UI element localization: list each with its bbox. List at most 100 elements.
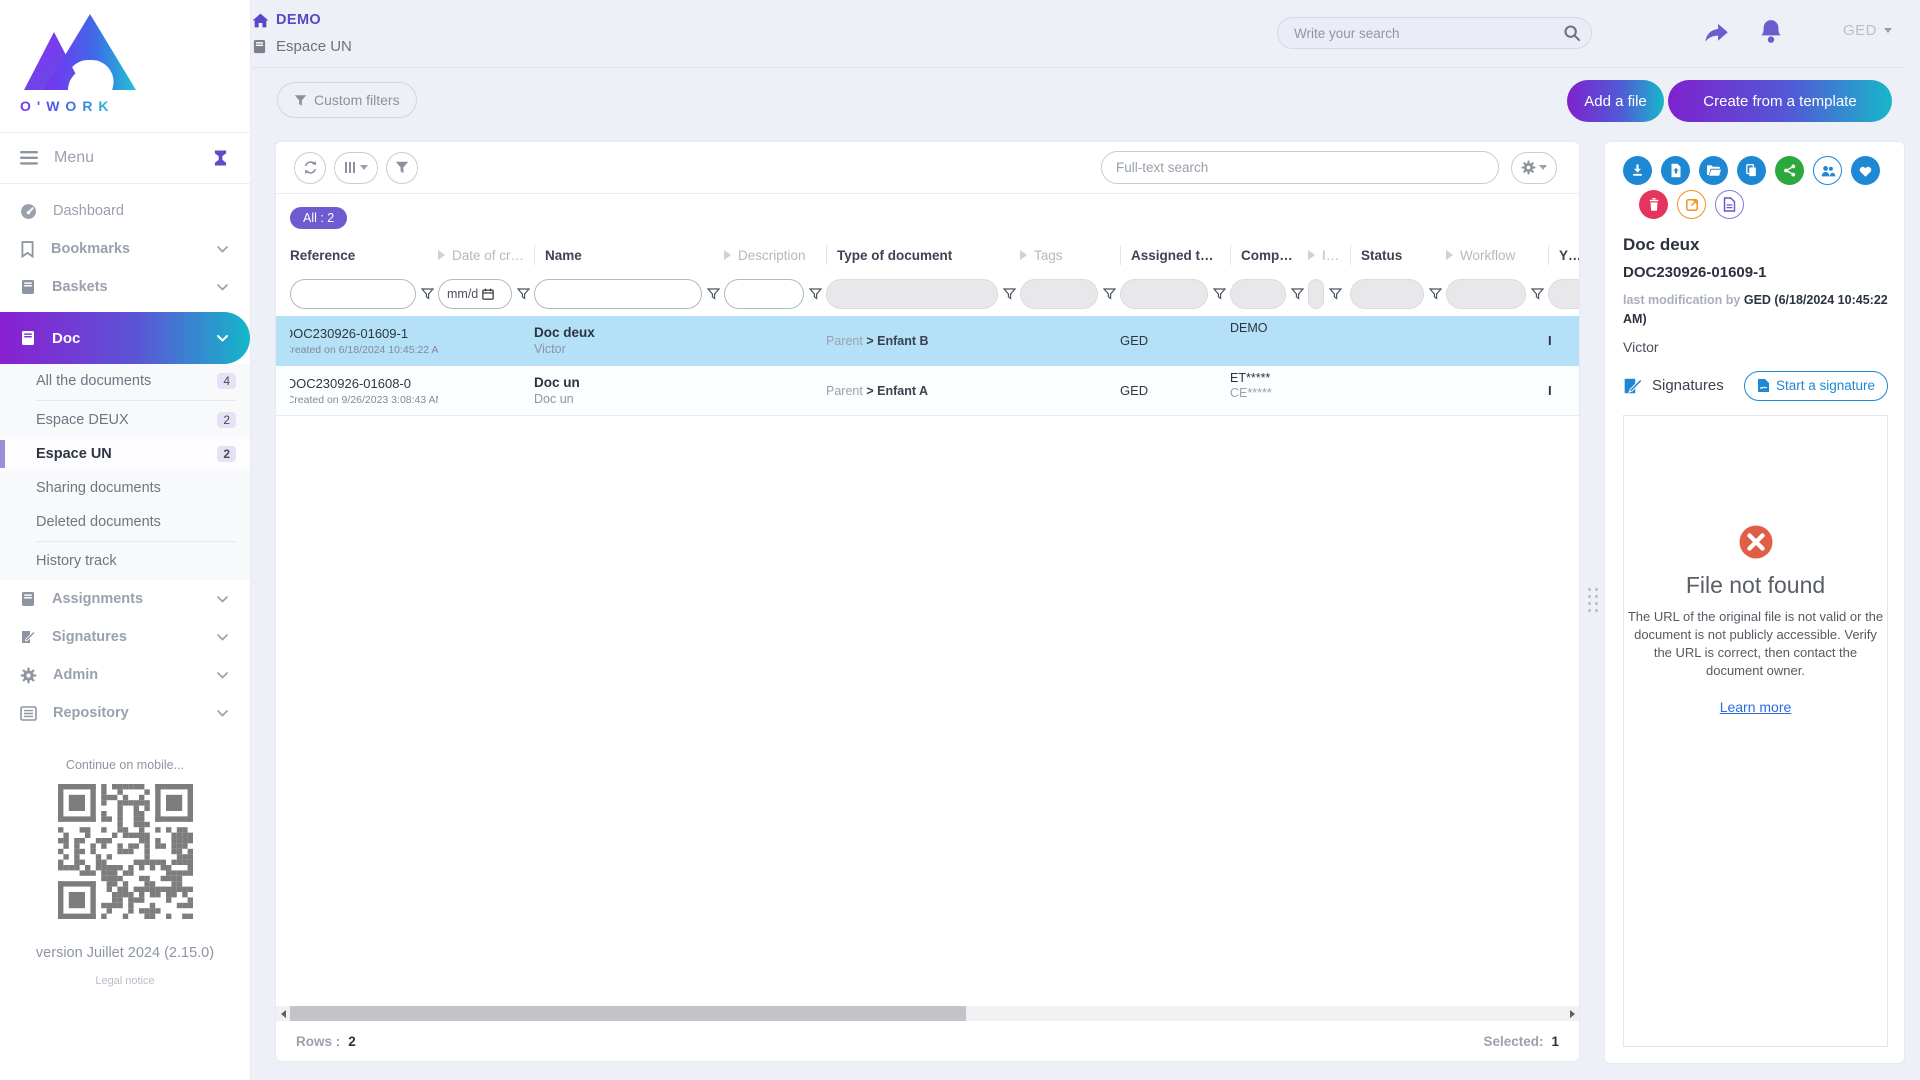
filter-icon[interactable] (707, 288, 720, 301)
all-count-badge[interactable]: All : 2 (290, 207, 347, 229)
breadcrumb[interactable]: DEMO (252, 12, 321, 28)
favorite-button[interactable] (1851, 156, 1880, 185)
sidebar: O'WORK Menu Dashboard Bookmarks (0, 0, 251, 1080)
chevron-down-icon (217, 672, 228, 679)
pin-sidebar-icon[interactable] (213, 150, 228, 166)
bookmark-icon (20, 241, 35, 258)
row-type-parent: Parent (826, 334, 863, 348)
filter-description-input[interactable] (724, 279, 804, 309)
filter-icon[interactable] (517, 288, 530, 301)
column-header-status[interactable]: Status (1350, 238, 1446, 272)
column-header-workflow[interactable]: Workflow (1446, 238, 1548, 272)
column-header-description[interactable]: Description (724, 238, 826, 272)
upload-version-button[interactable] (1661, 156, 1690, 185)
legal-notice-link[interactable]: Legal notice (95, 975, 154, 987)
qr-code (58, 784, 193, 919)
download-button[interactable] (1623, 156, 1652, 185)
filter-icon[interactable] (1103, 288, 1116, 301)
filter-date-input[interactable]: mm/d (438, 279, 512, 309)
create-from-template-button[interactable]: Create from a template (1668, 80, 1892, 122)
refresh-button[interactable] (294, 152, 326, 184)
notifications-button[interactable] (1758, 18, 1784, 46)
menu-toggle[interactable]: Menu (0, 133, 250, 184)
column-header-i[interactable]: I… (1308, 238, 1350, 272)
column-header-tags[interactable]: Tags (1020, 238, 1120, 272)
global-search-input[interactable] (1294, 26, 1563, 41)
filter-name-input[interactable] (534, 279, 702, 309)
copy-button[interactable] (1737, 156, 1766, 185)
sidebar-item-dashboard[interactable]: Dashboard (0, 192, 250, 230)
sidebar-item-all-documents[interactable]: All the documents 4 (0, 364, 250, 398)
sidebar-item-deleted-documents[interactable]: Deleted documents (0, 505, 250, 539)
book-icon (252, 39, 267, 54)
row-date-cell (438, 316, 534, 365)
list-settings-button[interactable] (1511, 152, 1557, 184)
app-logo[interactable]: O'WORK (0, 0, 250, 133)
column-header-assigned[interactable]: Assigned t… (1120, 238, 1230, 272)
learn-more-link[interactable]: Learn more (1720, 699, 1792, 715)
user-menu[interactable]: GED (1843, 22, 1892, 39)
table-row[interactable]: w DOC230926-01609-1 Created on 6/18/2024… (276, 316, 1580, 366)
users-icon (1820, 164, 1836, 178)
filter-icon[interactable] (1429, 288, 1442, 301)
filter-icon[interactable] (1291, 288, 1304, 301)
filter-icon[interactable] (421, 288, 434, 301)
search-icon[interactable] (1563, 24, 1581, 42)
file-not-found-title: File not found (1686, 572, 1825, 599)
sidebar-item-signatures[interactable]: Signatures (0, 618, 250, 656)
scrollbar-track[interactable] (290, 1006, 1565, 1021)
sidebar-item-admin[interactable]: Admin (0, 656, 250, 694)
column-header-date[interactable]: Date of cr… (438, 238, 534, 272)
heart-icon (1858, 164, 1873, 178)
sidebar-item-repository[interactable]: Repository (0, 694, 250, 732)
filter-icon[interactable] (1003, 288, 1016, 301)
permissions-button[interactable] (1813, 156, 1842, 185)
filter-icon[interactable] (1531, 288, 1544, 301)
horizontal-scrollbar[interactable] (276, 1006, 1579, 1021)
share-button[interactable] (1775, 156, 1804, 185)
row-assigned: GED (1120, 333, 1224, 348)
document-properties-button[interactable] (1715, 190, 1744, 219)
filter-icon[interactable] (809, 288, 822, 301)
row-workflow-cell (1446, 316, 1548, 365)
filter-button[interactable] (386, 152, 418, 184)
column-header-name[interactable]: Name (534, 238, 724, 272)
custom-filters-label: Custom filters (314, 92, 400, 108)
filter-icon[interactable] (1329, 288, 1342, 301)
table-row[interactable]: DOC230926-01608-0 Created on 9/26/2023 3… (276, 366, 1580, 416)
columns-button[interactable] (334, 152, 378, 184)
delete-button[interactable] (1639, 190, 1668, 219)
fulltext-search-input[interactable] (1101, 151, 1499, 184)
scrollbar-thumb[interactable] (290, 1006, 966, 1021)
column-header-reference[interactable]: Reference (290, 238, 438, 272)
breadcrumb-space[interactable]: Espace UN (252, 38, 352, 55)
file-not-found-message: The URL of the original file is not vali… (1627, 608, 1885, 681)
scroll-left-button[interactable] (276, 1006, 290, 1021)
sidebar-item-bookmarks[interactable]: Bookmarks (0, 230, 250, 268)
filter-reference-input[interactable] (290, 279, 416, 309)
add-file-button[interactable]: Add a file (1567, 80, 1664, 122)
share-button[interactable] (1702, 20, 1730, 46)
scroll-right-button[interactable] (1565, 1006, 1579, 1021)
custom-filters-button[interactable]: Custom filters (277, 82, 417, 118)
global-search[interactable] (1277, 17, 1592, 49)
row-name-sub: Doc un (534, 392, 718, 406)
column-header-type[interactable]: Type of document (826, 238, 1020, 272)
panel-resize-handle[interactable] (1588, 588, 1598, 612)
column-header-y[interactable]: Y… (1548, 238, 1580, 272)
sidebar-item-espace-un[interactable]: Espace UN 2 (0, 437, 250, 471)
row-name: Doc deux (534, 325, 718, 340)
sidebar-item-baskets[interactable]: Baskets (0, 268, 250, 306)
sidebar-item-assignments[interactable]: Assignments (0, 580, 250, 618)
open-folder-button[interactable] (1699, 156, 1728, 185)
sidebar-item-history-track[interactable]: History track (0, 544, 250, 578)
sidebar-item-sharing-documents[interactable]: Sharing documents (0, 471, 250, 505)
row-company: ET***** (1230, 371, 1302, 385)
sidebar-item-doc[interactable]: Doc (0, 312, 250, 364)
column-header-company[interactable]: Comp… (1230, 238, 1308, 272)
filter-icon[interactable] (1213, 288, 1226, 301)
open-external-button[interactable] (1677, 190, 1706, 219)
documents-panel: All : 2 Reference Date of cr… Name Descr… (275, 141, 1580, 1062)
sidebar-item-espace-deux[interactable]: Espace DEUX 2 (0, 403, 250, 437)
start-signature-button[interactable]: Start a signature (1744, 371, 1888, 401)
